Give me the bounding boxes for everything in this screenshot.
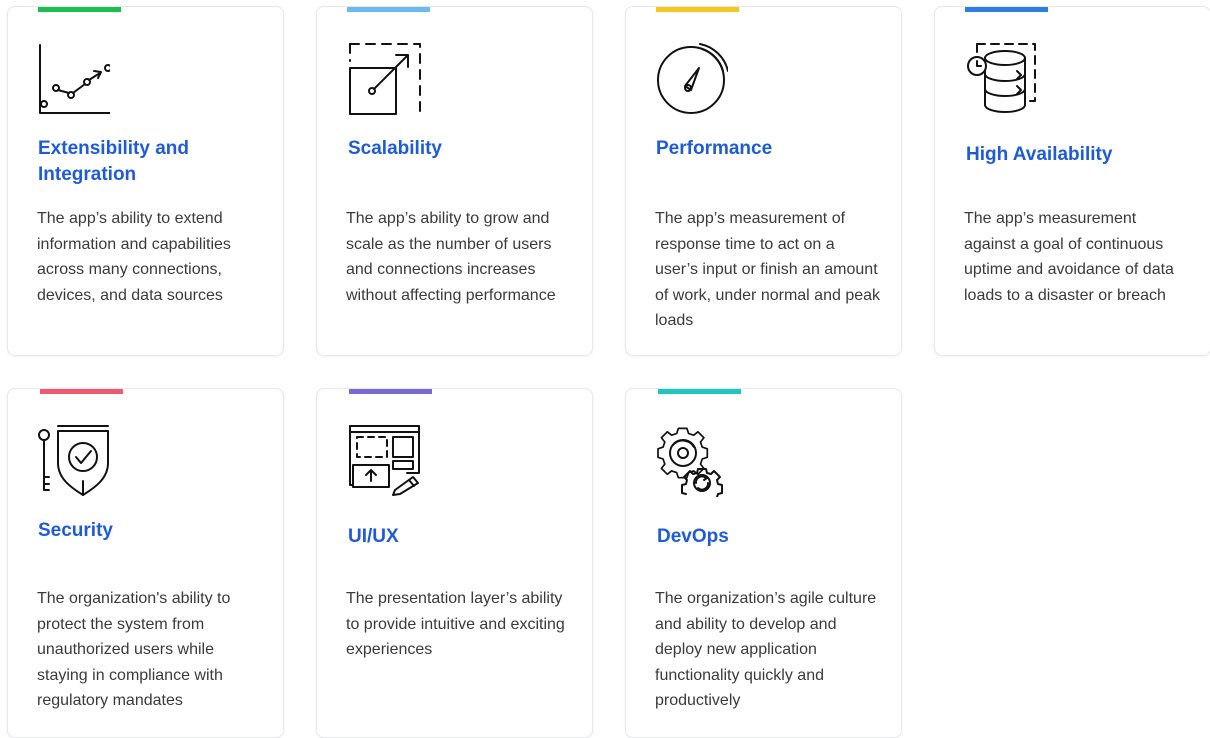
database-clock-icon — [965, 41, 1039, 115]
gauge-icon — [654, 41, 728, 115]
accent-bar — [38, 7, 121, 12]
card-description: The presentation layer’s ability to prov… — [346, 590, 565, 658]
card-description: The app’s ability to grow and scale as t… — [346, 210, 556, 304]
accent-bar — [656, 7, 739, 12]
accent-bar — [347, 7, 430, 12]
shield-key-icon — [36, 423, 110, 497]
card-security: Security The organization's ability to p… — [7, 388, 284, 738]
card-description: The app’s measurement against a goal of … — [964, 210, 1174, 304]
card-description: The app’s measurement of response time t… — [655, 210, 881, 329]
line-chart-icon — [36, 41, 110, 115]
card-title: UI/UX — [348, 526, 399, 547]
card-performance: Performance The app’s measurement of res… — [625, 6, 902, 356]
card-title: Scalability — [348, 138, 442, 159]
card-title: Extensibility and Integration — [38, 138, 189, 185]
gears-cycle-icon — [656, 423, 730, 497]
card-description: The app’s ability to extend information … — [37, 210, 231, 304]
accent-bar — [965, 7, 1048, 12]
accent-bar — [349, 389, 432, 394]
card-devops: DevOps The organization’s agile culture … — [625, 388, 902, 738]
card-description: The organization’s agile culture and abi… — [655, 590, 877, 709]
card-description: The organization's ability to protect th… — [37, 590, 231, 709]
card-ui-ux: UI/UX The presentation layer’s ability t… — [316, 388, 593, 738]
expand-arrow-icon — [347, 41, 421, 115]
card-title: Performance — [656, 138, 773, 159]
wireframe-pen-icon — [347, 423, 421, 497]
accent-bar — [40, 389, 123, 394]
card-title: Security — [38, 520, 113, 541]
card-title: DevOps — [657, 526, 729, 547]
card-title: High Availability — [966, 144, 1113, 165]
accent-bar — [658, 389, 741, 394]
card-high-availability: High Availability The app’s measurement … — [934, 6, 1210, 356]
card-scalability: Scalability The app’s ability to grow an… — [316, 6, 593, 356]
card-extensibility: Extensibility and Integration The app’s … — [7, 6, 284, 356]
